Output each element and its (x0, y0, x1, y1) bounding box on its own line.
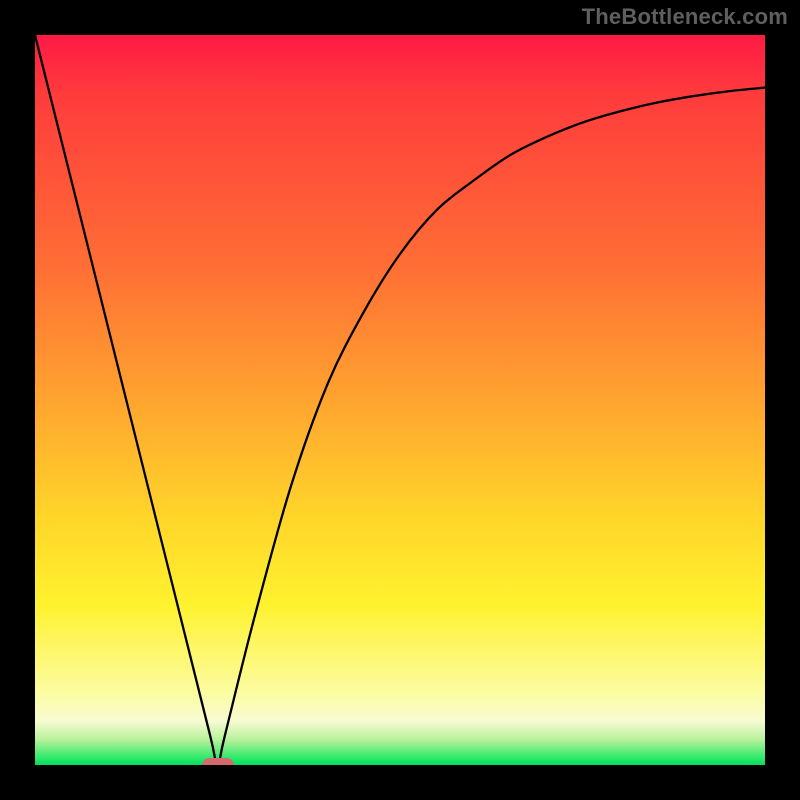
plot-area (35, 35, 765, 765)
chart-frame: TheBottleneck.com (0, 0, 800, 800)
bottleneck-curve (35, 35, 765, 765)
watermark-text: TheBottleneck.com (582, 4, 788, 30)
optimal-point-marker (202, 758, 234, 765)
